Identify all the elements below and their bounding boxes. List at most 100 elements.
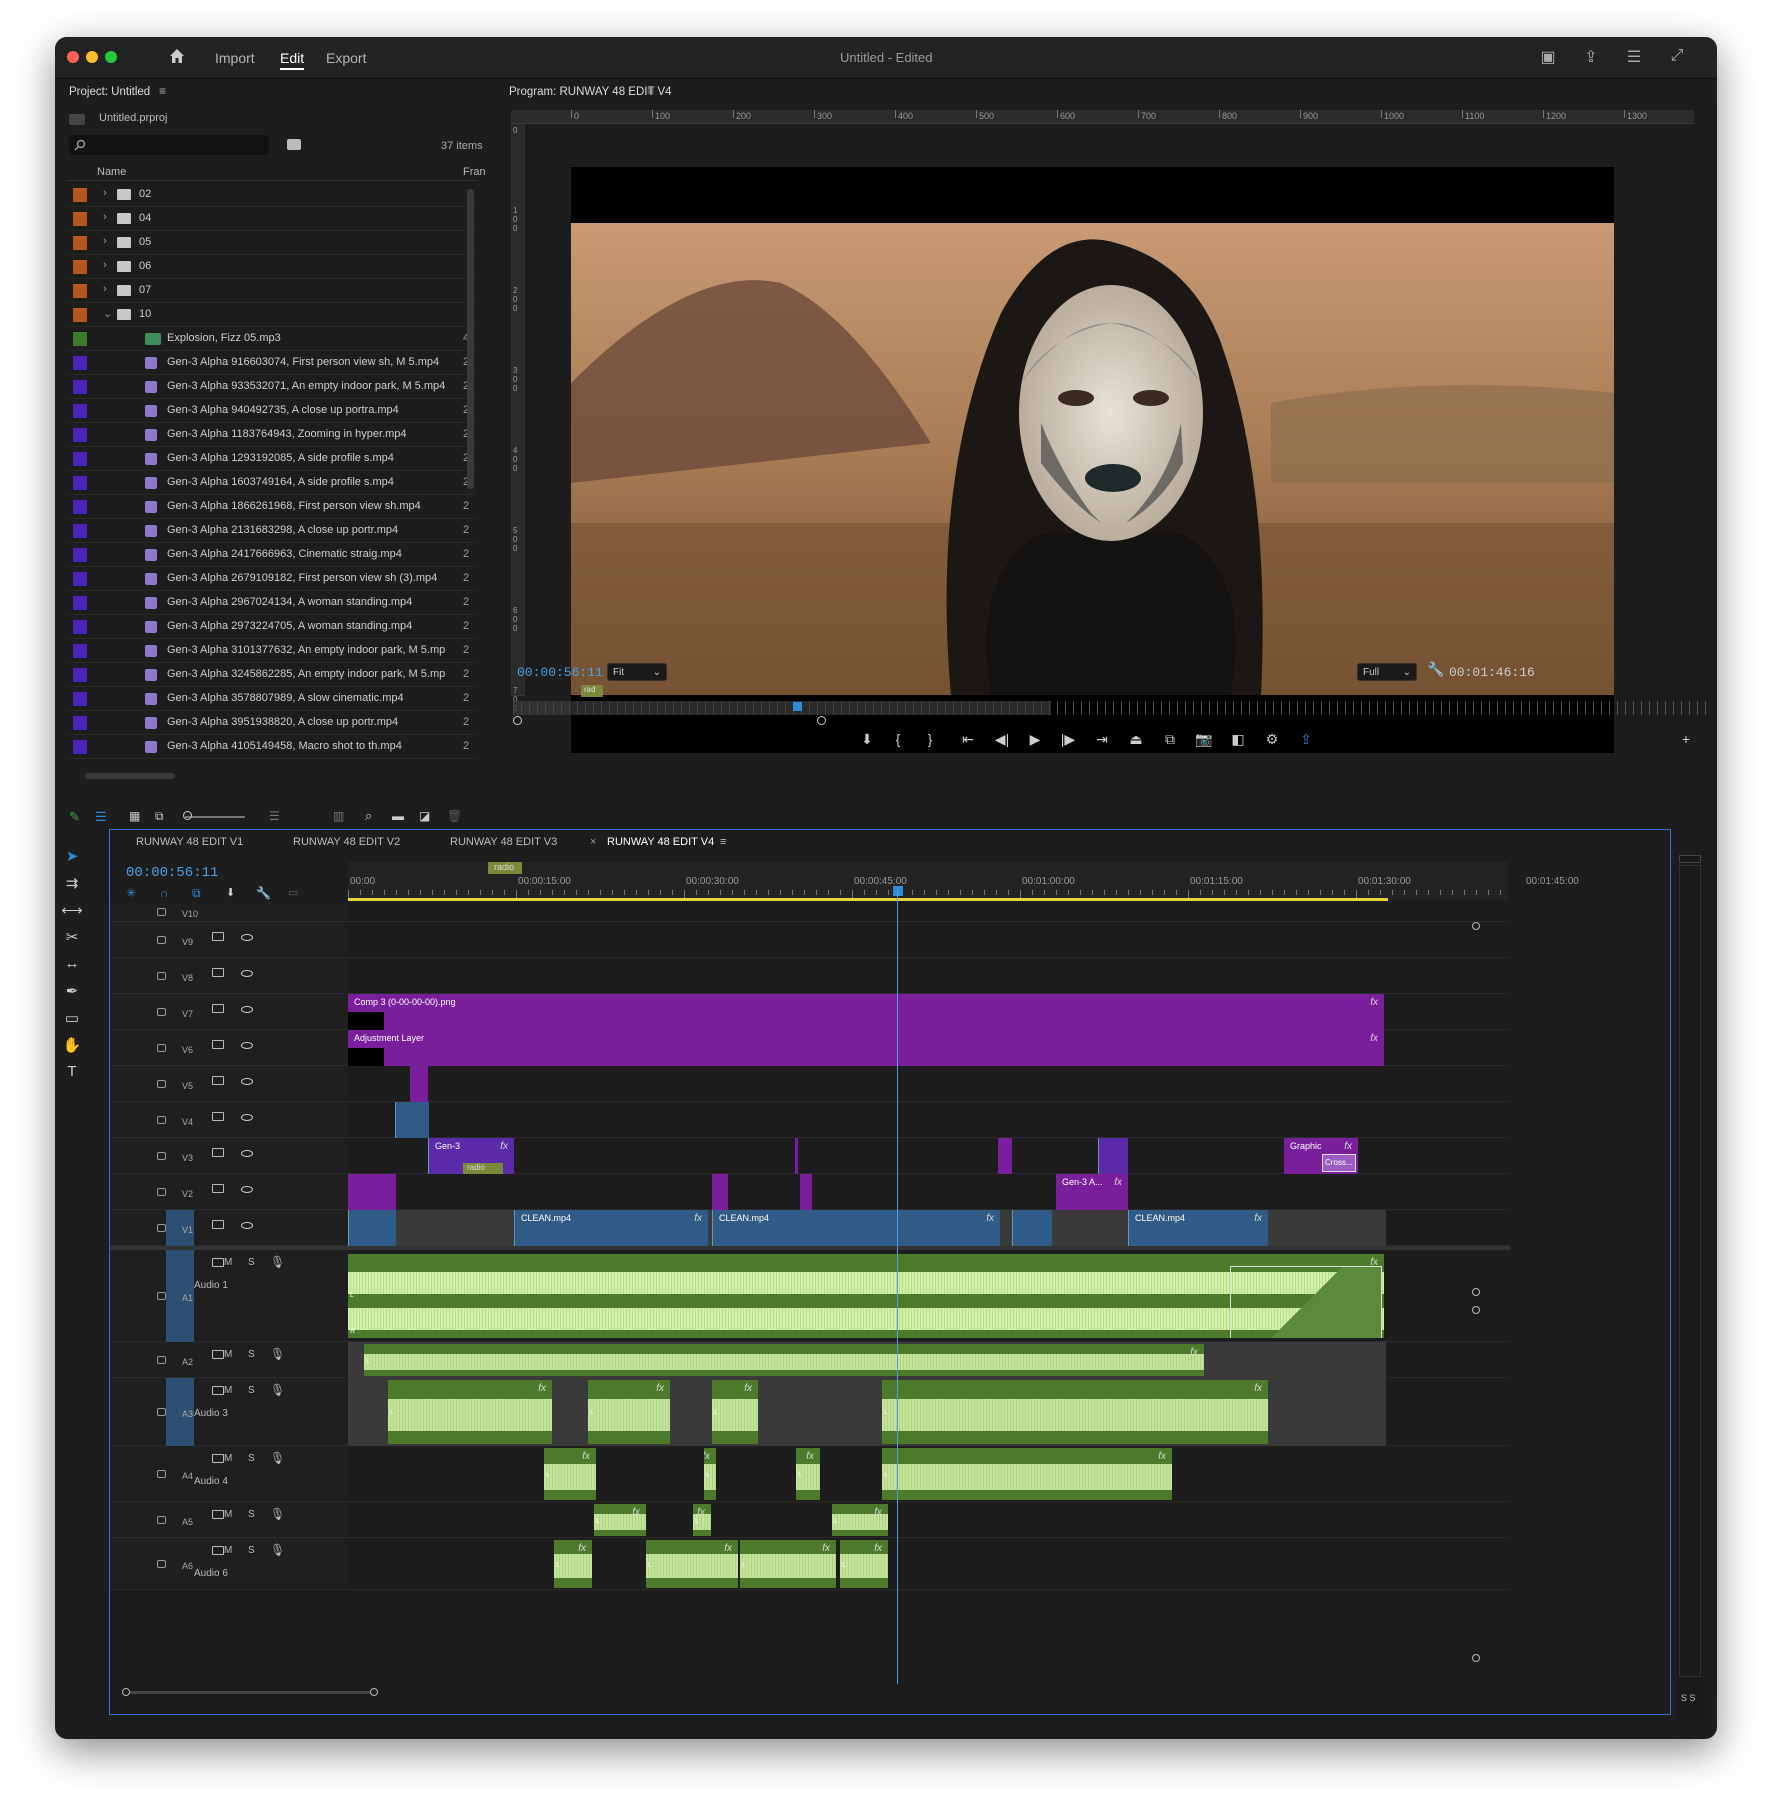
- solo-button[interactable]: S: [248, 1257, 255, 1268]
- automate-icon[interactable]: ▥: [333, 809, 344, 823]
- clip-v2-c[interactable]: [800, 1174, 812, 1210]
- fx-badge[interactable]: fx: [1370, 997, 1378, 1008]
- eye-icon[interactable]: [241, 1006, 253, 1013]
- fx-badge[interactable]: fx: [874, 1543, 882, 1554]
- fx-badge[interactable]: fx: [1344, 1141, 1352, 1152]
- toggle-sync-icon[interactable]: [212, 1004, 224, 1013]
- clip-v3-thumb[interactable]: [1098, 1138, 1128, 1174]
- project-row[interactable]: Gen-3 Alpha 2131683298, A close up portr…: [67, 519, 477, 543]
- project-row[interactable]: Gen-3 Alpha 1866261968, First person vie…: [67, 495, 477, 519]
- timeline-ruler[interactable]: 00:00 00:00:15:00 00:00:30:00 00:00:45:00 00…: [348, 862, 1579, 900]
- toggle-sync-icon[interactable]: [212, 1184, 224, 1193]
- toggle-sync-icon[interactable]: [212, 1454, 224, 1463]
- fx-badge[interactable]: fx: [500, 1141, 508, 1152]
- program-playhead[interactable]: [793, 702, 802, 711]
- fx-badge[interactable]: fx: [724, 1543, 732, 1554]
- clip-comp[interactable]: Comp 3 (0-00-00-00).png fx: [348, 994, 1384, 1030]
- timeline-timecode[interactable]: 00:00:56:11: [126, 865, 218, 881]
- project-row[interactable]: Gen-3 Alpha 3951938820, A close up portr…: [67, 711, 477, 735]
- marker-label[interactable]: rad: [581, 685, 603, 697]
- eye-icon[interactable]: [241, 934, 253, 941]
- fx-badge[interactable]: fx: [697, 1507, 705, 1518]
- project-row[interactable]: Gen-3 Alpha 2967024134, A woman standing…: [67, 591, 477, 615]
- add-button-icon[interactable]: +: [1675, 731, 1697, 751]
- program-scrubber[interactable]: [513, 701, 1709, 715]
- microphone-icon[interactable]: 🎙: [270, 1347, 285, 1361]
- timeline-settings-icon[interactable]: 🔧: [256, 886, 271, 900]
- project-scrollbar[interactable]: [467, 189, 474, 489]
- close-window-button[interactable]: [67, 51, 79, 63]
- clip-audio-4a[interactable]: Lfx: [544, 1448, 596, 1500]
- selection-tool-icon[interactable]: ➤: [61, 847, 83, 867]
- label-swatch[interactable]: [73, 548, 87, 562]
- ripple-edit-tool-icon[interactable]: ⟷: [61, 901, 83, 921]
- label-swatch[interactable]: [73, 308, 87, 322]
- fx-badge[interactable]: fx: [1254, 1383, 1262, 1394]
- icon-view-icon[interactable]: ▦: [129, 809, 140, 823]
- project-row[interactable]: › 02: [67, 183, 477, 207]
- label-swatch[interactable]: [73, 260, 87, 274]
- project-row[interactable]: › 05: [67, 231, 477, 255]
- rectangle-tool-icon[interactable]: ▭: [61, 1009, 83, 1029]
- project-row[interactable]: Gen-3 Alpha 3245862285, An empty indoor …: [67, 663, 477, 687]
- timeline-hscrollbar[interactable]: [122, 1686, 1472, 1698]
- mute-button[interactable]: M: [224, 1453, 232, 1464]
- label-swatch[interactable]: [73, 452, 87, 466]
- timeline-playhead-handle[interactable]: [893, 886, 903, 896]
- clip-audio-1[interactable]: L Rfx: [348, 1254, 1384, 1338]
- lock-icon[interactable]: [157, 1152, 166, 1160]
- close-tab-icon[interactable]: ×: [590, 836, 596, 848]
- lock-icon[interactable]: [157, 1044, 166, 1052]
- tab-edit-v2[interactable]: RUNWAY 48 EDIT V2: [293, 836, 400, 848]
- label-swatch[interactable]: [73, 356, 87, 370]
- fx-badge[interactable]: fx: [822, 1543, 830, 1554]
- lock-icon[interactable]: [157, 972, 166, 980]
- label-swatch[interactable]: [73, 332, 87, 346]
- timeline-menu-icon[interactable]: ≡: [720, 836, 726, 848]
- pencil-icon[interactable]: ✎: [69, 809, 80, 825]
- lift-icon[interactable]: ⏏: [1125, 731, 1147, 751]
- label-swatch[interactable]: [73, 692, 87, 706]
- eye-icon[interactable]: [241, 1186, 253, 1193]
- program-timecode[interactable]: 00:00:56:11: [517, 665, 603, 680]
- toggle-sync-icon[interactable]: [212, 1258, 224, 1267]
- label-swatch[interactable]: [73, 596, 87, 610]
- snap-icon[interactable]: ∩: [160, 886, 169, 900]
- clip-audio-4b[interactable]: Lfx: [704, 1448, 716, 1500]
- export-frame-icon[interactable]: 📷: [1193, 731, 1215, 751]
- microphone-icon[interactable]: 🎙: [270, 1543, 285, 1557]
- go-to-out-icon[interactable]: ⇥: [1091, 731, 1113, 751]
- project-row[interactable]: Gen-3 Alpha 933532071, An empty indoor p…: [67, 375, 477, 399]
- extract-icon[interactable]: ⧉: [1159, 731, 1181, 751]
- eye-icon[interactable]: [241, 1222, 253, 1229]
- solo-button[interactable]: S: [248, 1509, 255, 1520]
- new-item-icon[interactable]: ◪: [419, 809, 430, 823]
- tab-edit-v1[interactable]: RUNWAY 48 EDIT V1: [136, 836, 243, 848]
- chevron-right-icon[interactable]: ›: [103, 187, 107, 199]
- clip-audio-4c[interactable]: Lfx: [796, 1448, 820, 1500]
- fx-badge[interactable]: fx: [1254, 1213, 1262, 1224]
- mute-button[interactable]: M: [224, 1349, 232, 1360]
- fx-badge[interactable]: fx: [1158, 1451, 1166, 1462]
- eye-icon[interactable]: [241, 1042, 253, 1049]
- project-row[interactable]: Gen-3 Alpha 4105149458, Macro shot to th…: [67, 735, 477, 759]
- fx-badge[interactable]: fx: [632, 1507, 640, 1518]
- step-back-icon[interactable]: ◀|: [991, 731, 1013, 751]
- mute-button[interactable]: M: [224, 1509, 232, 1520]
- timeline-marker-label[interactable]: radio: [488, 862, 522, 874]
- toggle-sync-icon[interactable]: [212, 1220, 224, 1229]
- add-marker-icon[interactable]: ⬇: [226, 886, 235, 899]
- home-icon[interactable]: [167, 46, 187, 66]
- fx-badge[interactable]: fx: [1114, 1177, 1122, 1188]
- project-row[interactable]: Gen-3 Alpha 940492735, A close up portra…: [67, 399, 477, 423]
- fx-badge[interactable]: fx: [744, 1383, 752, 1394]
- mark-in-icon[interactable]: {: [887, 731, 909, 751]
- label-swatch[interactable]: [73, 428, 87, 442]
- lock-icon[interactable]: [157, 1188, 166, 1196]
- multicam-icon[interactable]: ⇪: [1295, 731, 1317, 751]
- clip-gen3-a[interactable]: Gen-3 A... fx: [1056, 1174, 1128, 1210]
- fade-box[interactable]: [1230, 1266, 1382, 1338]
- program-menu-icon[interactable]: ≡: [647, 84, 654, 98]
- project-row[interactable]: Gen-3 Alpha 2973224705, A woman standing…: [67, 615, 477, 639]
- zoom-select[interactable]: Fit ⌄: [607, 663, 667, 681]
